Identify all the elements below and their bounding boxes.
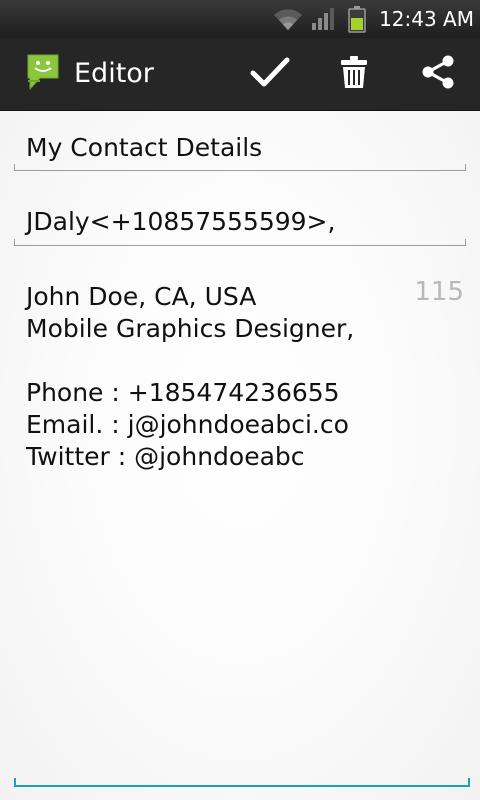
recipients-underline [14,239,466,246]
delete-button[interactable] [318,38,390,110]
body-line: John Doe, CA, USA [26,282,257,311]
status-bar: 12:43 AM [0,0,480,38]
body-line: Mobile Graphics Designer, [26,314,355,343]
share-button[interactable] [402,38,474,110]
recipients-field[interactable]: JDaly<+10857555599>, [14,203,466,246]
action-bar: Editor [0,38,480,111]
subject-field[interactable]: My Contact Details [14,127,466,171]
status-icons: 12:43 AM [271,0,474,38]
recipients-text: JDaly<+10857555599>, [26,207,336,236]
body-line [26,345,406,377]
messaging-app-icon[interactable] [24,52,62,94]
status-time: 12:43 AM [379,7,474,31]
battery-icon [347,5,367,33]
message-body-field[interactable]: John Doe, CA, USA Mobile Graphics Design… [26,281,406,473]
editor-content: My Contact Details JDaly<+10857555599>, … [0,111,480,800]
check-icon [250,56,290,92]
save-button[interactable] [234,38,306,110]
share-icon [420,54,456,94]
subject-text: My Contact Details [26,133,263,162]
trash-icon [340,55,368,93]
message-body-underline [14,778,470,787]
wifi-icon [271,6,305,32]
char-counter: 115 [414,277,464,307]
subject-underline [14,164,466,171]
body-line: Twitter : @johndoeabc [26,442,305,471]
signal-icon [311,7,337,31]
action-bar-title: Editor [74,58,154,89]
body-line: Email. : j@johndoeabci.co [26,410,349,439]
body-line: Phone : +185474236655 [26,378,340,407]
